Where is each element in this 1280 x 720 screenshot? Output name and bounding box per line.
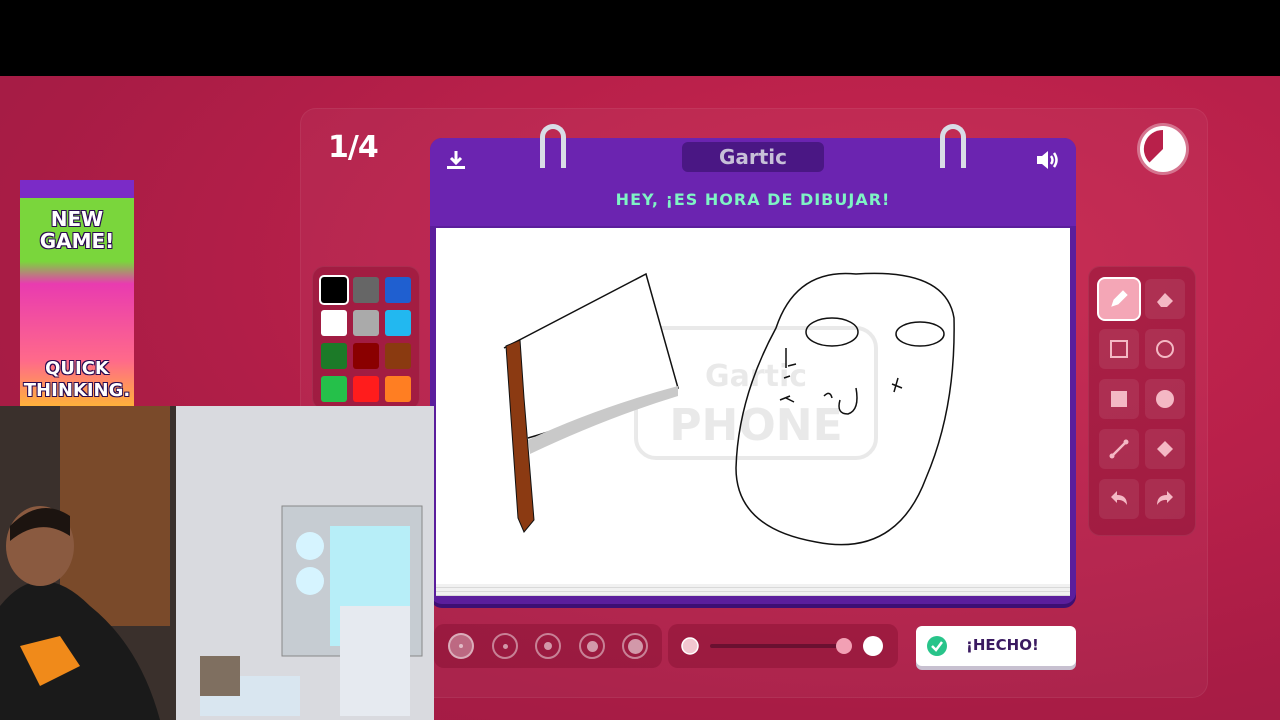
color-swatch-orange[interactable] (385, 376, 411, 402)
redo-icon (1157, 491, 1173, 505)
brush-size-selector (434, 624, 662, 668)
ellipse-outline-tool[interactable] (1145, 329, 1185, 369)
ad-subheadline: QUICK THINKING. (23, 358, 131, 401)
opacity-slider-handle (863, 636, 883, 656)
line-icon (1109, 439, 1129, 459)
redo-tool[interactable] (1145, 479, 1185, 519)
brush-size-2[interactable] (492, 633, 518, 659)
color-swatch-light-gray[interactable] (353, 310, 379, 336)
volume-icon[interactable] (1034, 148, 1062, 176)
color-swatch-dark-gray[interactable] (353, 277, 379, 303)
notebook-header: Gartic HEY, ¡ES HORA DE DIBUJAR! (430, 138, 1076, 226)
undo-icon (1111, 491, 1127, 505)
drawing-canvas[interactable]: Gartic PHONE (436, 228, 1070, 584)
eraser-tool[interactable] (1145, 279, 1185, 319)
color-swatch-blue[interactable] (385, 277, 411, 303)
ad-headline: NEW GAME! (39, 207, 115, 253)
pencil-tool[interactable] (1099, 279, 1139, 319)
brush-size-3[interactable] (535, 633, 561, 659)
notebook-ring-left (540, 124, 566, 168)
rectangle-fill-icon (1111, 391, 1127, 407)
eraser-icon (1157, 293, 1173, 307)
ellipse-fill-tool[interactable] (1145, 379, 1185, 419)
top-black-bar (0, 0, 1280, 76)
color-swatch-cyan[interactable] (385, 310, 411, 336)
color-swatch-green[interactable] (321, 376, 347, 402)
color-swatch-brown[interactable] (385, 343, 411, 369)
opacity-slider[interactable] (668, 624, 898, 668)
color-palette (312, 266, 420, 410)
rectangle-fill-tool[interactable] (1099, 379, 1139, 419)
check-icon (926, 635, 948, 661)
gartic-logo: Gartic (682, 142, 824, 172)
advertisement-banner[interactable]: NEW GAME! QUICK THINKING. (20, 180, 134, 406)
ellipse-fill-icon (1156, 390, 1174, 408)
color-swatch-dark-green[interactable] (321, 343, 347, 369)
ellipse-outline-icon (1156, 340, 1174, 358)
watermark-bottom-text: PHONE (669, 400, 842, 451)
notebook-ring-right (940, 124, 966, 168)
color-swatch-red[interactable] (353, 376, 379, 402)
pencil-icon (1111, 290, 1128, 307)
brush-size-1[interactable] (448, 633, 474, 659)
notebook-pages-edge (436, 584, 1070, 596)
color-swatch-white[interactable] (321, 310, 347, 336)
brush-size-5[interactable] (622, 633, 648, 659)
download-icon[interactable] (444, 148, 468, 176)
round-counter: 1/4 (328, 130, 379, 165)
bucket-icon (1157, 441, 1173, 457)
color-swatch-dark-red[interactable] (353, 343, 379, 369)
rectangle-outline-tool[interactable] (1099, 329, 1139, 369)
brush-size-4[interactable] (579, 633, 605, 659)
timer-icon (1140, 126, 1186, 172)
color-swatch-black[interactable] (321, 277, 347, 303)
bucket-tool[interactable] (1145, 429, 1185, 469)
done-button-label: ¡HECHO! (966, 636, 1039, 654)
undo-tool[interactable] (1099, 479, 1139, 519)
done-button[interactable]: ¡HECHO! (916, 626, 1076, 666)
draw-prompt: HEY, ¡ES HORA DE DIBUJAR! (615, 190, 891, 209)
rectangle-outline-icon (1110, 340, 1128, 358)
ad-header (20, 180, 134, 198)
watermark-top-text: Gartic (705, 359, 807, 394)
line-tool[interactable] (1099, 429, 1139, 469)
tool-panel (1088, 266, 1196, 536)
webcam-overlay (0, 406, 434, 720)
flag-drawing (503, 272, 679, 533)
